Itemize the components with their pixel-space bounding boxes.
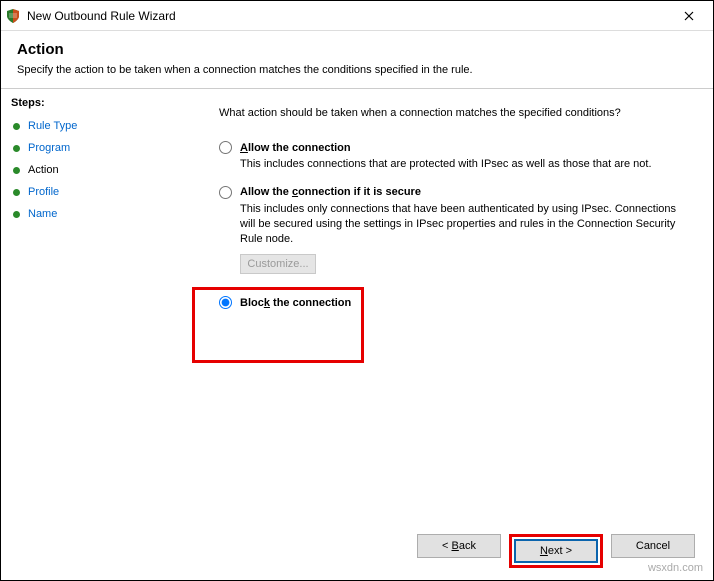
option-allow-secure-label[interactable]: Allow the connection if it is secure — [240, 186, 421, 198]
close-icon — [684, 11, 694, 21]
step-label: Program — [28, 142, 70, 154]
step-program[interactable]: Program — [11, 137, 179, 159]
radio-allow-secure[interactable] — [219, 186, 232, 199]
cancel-button[interactable]: Cancel — [611, 534, 695, 558]
step-action[interactable]: Action — [11, 159, 179, 181]
step-rule-type[interactable]: Rule Type — [11, 115, 179, 137]
bullet-icon — [13, 167, 20, 174]
titlebar: New Outbound Rule Wizard — [1, 1, 713, 31]
next-button[interactable]: Next > — [514, 539, 598, 563]
shield-icon — [5, 8, 21, 24]
bullet-icon — [13, 189, 20, 196]
bullet-icon — [13, 211, 20, 218]
step-label: Profile — [28, 186, 59, 198]
watermark: wsxdn.com — [648, 562, 703, 574]
step-profile[interactable]: Profile — [11, 181, 179, 203]
option-allow-label[interactable]: Allow the connection — [240, 142, 351, 154]
close-button[interactable] — [669, 2, 709, 30]
bullet-icon — [13, 123, 20, 130]
customize-button: Customize... — [240, 254, 316, 274]
page-subtitle: Specify the action to be taken when a co… — [17, 64, 697, 76]
window-title: New Outbound Rule Wizard — [27, 9, 669, 23]
page-title: Action — [17, 41, 697, 58]
option-block: Block the connection — [219, 296, 693, 309]
annotation-highlight-next: Next > — [509, 534, 603, 568]
option-block-label[interactable]: Block the connection — [240, 297, 351, 309]
option-allow-secure-desc: This includes only connections that have… — [240, 202, 680, 247]
option-allow: Allow the connection This includes conne… — [219, 141, 693, 172]
steps-label: Steps: — [11, 97, 179, 109]
bullet-icon — [13, 145, 20, 152]
step-label: Action — [28, 164, 59, 176]
step-label: Rule Type — [28, 120, 77, 132]
content-panel: What action should be taken when a conne… — [189, 89, 713, 549]
radio-block[interactable] — [219, 296, 232, 309]
question-text: What action should be taken when a conne… — [219, 107, 693, 119]
wizard-window: New Outbound Rule Wizard Action Specify … — [0, 0, 714, 581]
steps-sidebar: Steps: Rule Type Program Action Profile … — [1, 89, 189, 549]
wizard-body: Steps: Rule Type Program Action Profile … — [1, 89, 713, 549]
option-allow-secure: Allow the connection if it is secure Thi… — [219, 186, 693, 275]
option-allow-desc: This includes connections that are prote… — [240, 157, 680, 172]
wizard-header: Action Specify the action to be taken wh… — [1, 31, 713, 82]
step-label: Name — [28, 208, 57, 220]
back-button[interactable]: < Back — [417, 534, 501, 558]
radio-allow[interactable] — [219, 141, 232, 154]
step-name[interactable]: Name — [11, 203, 179, 225]
